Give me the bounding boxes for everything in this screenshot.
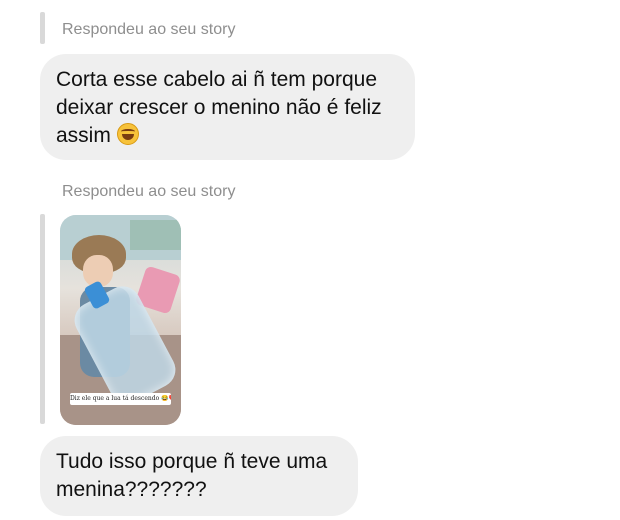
reply-label: Respondeu ao seu story	[62, 183, 236, 200]
story-caption-text: Diz ele que a lua tá descendo	[70, 395, 160, 402]
reply-bar	[40, 214, 45, 424]
message-text: Corta esse cabelo ai ñ tem porque deixar…	[56, 68, 382, 147]
story-thumbnail[interactable]: Diz ele que a lua tá descendo 😂❤️	[60, 215, 181, 425]
story-background-tree	[130, 220, 181, 250]
reply-bar	[40, 12, 45, 44]
message-bubble[interactable]: Corta esse cabelo ai ñ tem porque deixar…	[40, 54, 415, 160]
message-bubble[interactable]: Tudo isso porque ñ teve uma menina??????…	[40, 436, 358, 516]
laughing-crying-emoji-icon	[116, 123, 139, 145]
reply-label: Respondeu ao seu story	[62, 21, 236, 38]
message-text: Tudo isso porque ñ teve uma menina??????…	[56, 450, 328, 501]
story-caption: Diz ele que a lua tá descendo 😂❤️	[70, 393, 171, 405]
story-caption-emoji: 😂❤️	[161, 395, 171, 402]
